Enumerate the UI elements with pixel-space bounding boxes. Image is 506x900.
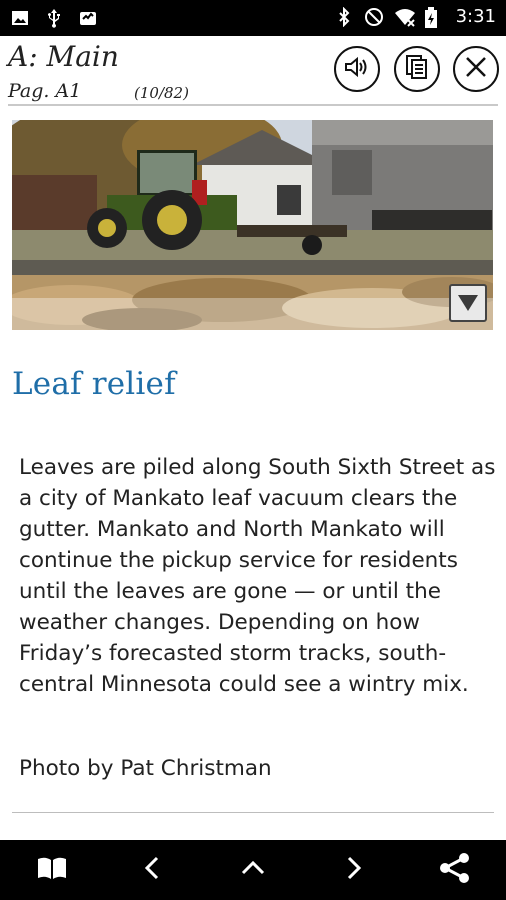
status-bar: 3:31: [0, 0, 506, 36]
article-headline: Leaf relief: [12, 366, 176, 402]
do-not-disturb-icon: [364, 7, 384, 27]
close-button[interactable]: [453, 46, 499, 92]
previous-button[interactable]: [122, 840, 182, 900]
reader-header: A: Main Pag. A1 (10/82): [0, 36, 506, 108]
bottom-navigation-bar: [0, 840, 506, 900]
next-button[interactable]: [324, 840, 384, 900]
battery-icon: [424, 6, 444, 28]
pages-button[interactable]: [394, 46, 440, 92]
book-icon: [36, 855, 68, 885]
copy-pages-icon: [405, 54, 429, 84]
article-photo[interactable]: [12, 120, 493, 330]
library-button[interactable]: [22, 840, 82, 900]
header-divider: [8, 104, 498, 106]
up-arrow-icon: [240, 859, 266, 881]
article-divider: [12, 812, 494, 813]
section-title: A: Main: [8, 40, 119, 73]
expand-photo-button[interactable]: [449, 284, 487, 322]
inbox-icon: [78, 8, 98, 28]
bluetooth-icon: [334, 6, 354, 27]
usb-icon: [44, 8, 64, 28]
page-label: Pag. A1: [8, 80, 82, 102]
image-icon: [10, 8, 30, 28]
page-count: (10/82): [134, 84, 189, 102]
speaker-button[interactable]: [334, 46, 380, 92]
triangle-down-icon: [456, 293, 480, 313]
share-button[interactable]: [425, 840, 485, 900]
article-caption: Leaves are piled along South Sixth Stree…: [19, 455, 496, 697]
speaker-icon: [344, 56, 370, 82]
clock: 3:31: [455, 6, 496, 27]
forward-arrow-icon: [345, 855, 363, 885]
share-icon: [438, 851, 472, 889]
photo-credit: Photo by Pat Christman: [19, 756, 272, 781]
wifi-icon: [394, 7, 415, 27]
close-icon: [464, 55, 488, 83]
up-button[interactable]: [223, 840, 283, 900]
back-arrow-icon: [143, 855, 161, 885]
